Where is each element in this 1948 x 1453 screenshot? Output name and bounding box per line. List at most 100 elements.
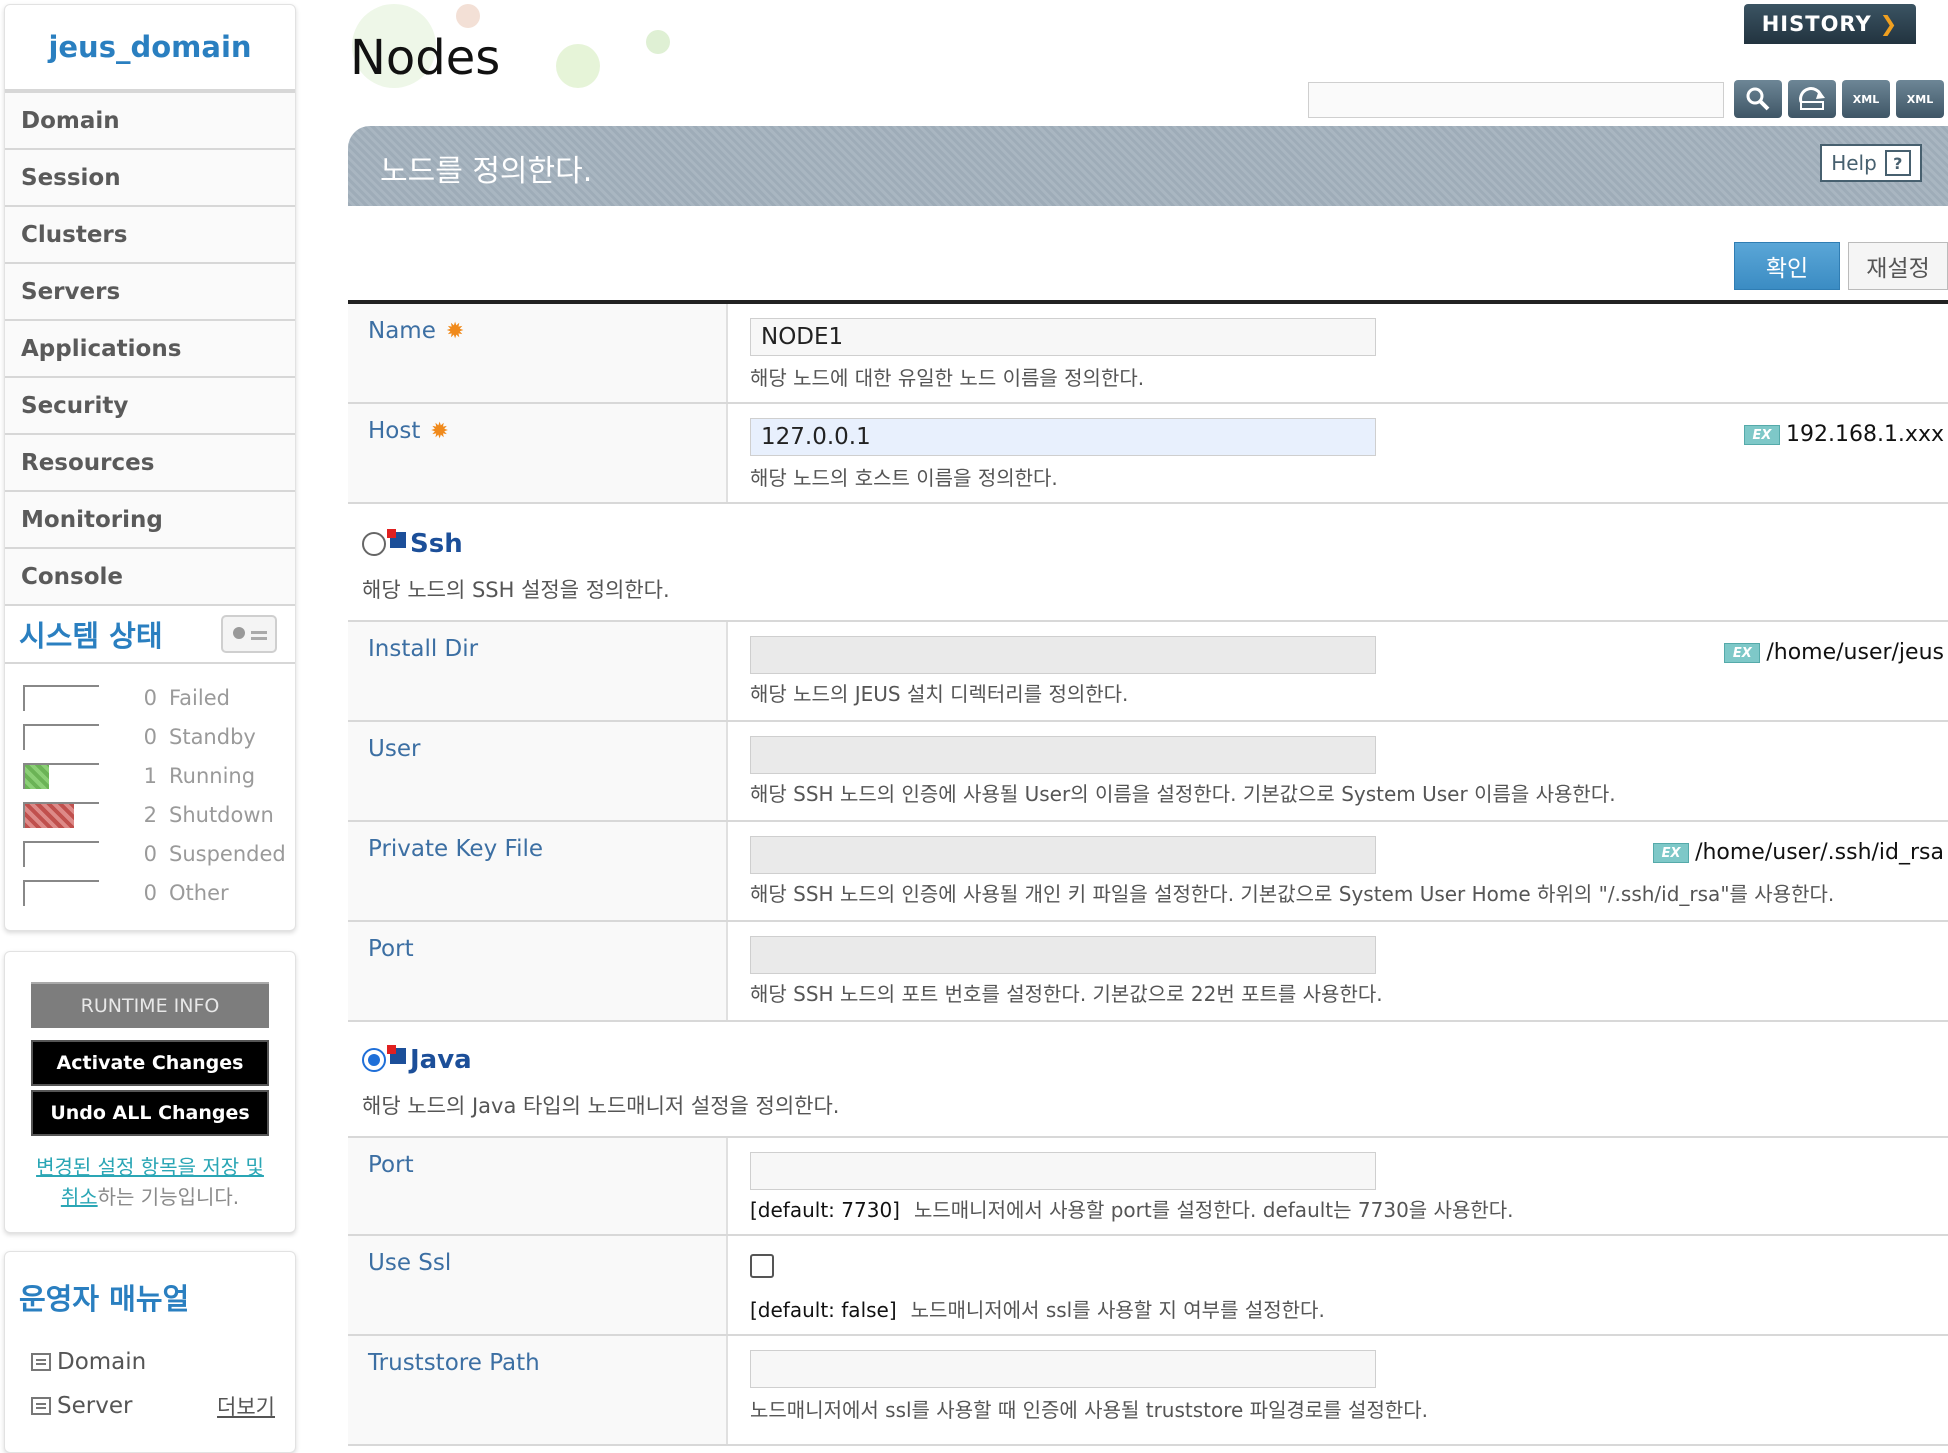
chevron-down-icon: ❯ (1879, 12, 1899, 36)
sidebar-item-domain[interactable]: Domain (5, 93, 295, 150)
install-dir-input[interactable] (750, 636, 1376, 674)
required-icon: ✹ (445, 319, 465, 344)
sidebar-item-clusters[interactable]: Clusters (5, 207, 295, 264)
history-button[interactable]: HISTORY ❯ (1744, 4, 1916, 44)
status-shutdown: 2 Shutdown (23, 795, 295, 834)
system-status-title: 시스템 상태 (19, 619, 163, 653)
search-icon[interactable] (1734, 80, 1782, 118)
status-bar (23, 840, 99, 867)
private-key-input[interactable] (750, 836, 1376, 874)
label-host: Host ✹ (348, 404, 728, 502)
refresh-icon[interactable] (1788, 80, 1836, 118)
xml-export-icon[interactable]: XML (1842, 80, 1890, 118)
ssh-section: Ssh 해당 노드의 SSH 설정을 정의한다. (348, 524, 1948, 620)
ssh-desc: 해당 노드의 SSH 설정을 정의한다. (362, 578, 670, 602)
sidebar-item-servers[interactable]: Servers (5, 264, 295, 321)
host-example: EX 192.168.1.xxx (1743, 422, 1944, 447)
label-user: User (348, 722, 728, 820)
status-running: 1 Running (23, 756, 295, 795)
system-status-header: 시스템 상태 (5, 606, 295, 664)
row-host: Host✹ 해당 노드의 호스트 이름을 정의한다. EX192.168.1.x… (348, 404, 1948, 504)
ssh-title: Ssh (410, 529, 463, 559)
java-desc: 해당 노드의 Java 타입의 노드매니저 설정을 정의한다. (362, 1094, 840, 1118)
label-use-ssl: Use Ssl (348, 1236, 728, 1334)
required-icon: ✹ (430, 419, 449, 444)
name-input[interactable] (750, 318, 1376, 356)
xml-import-icon[interactable]: XML (1896, 80, 1944, 118)
question-icon: ? (1884, 150, 1911, 176)
sidebar-item-monitoring[interactable]: Monitoring (5, 492, 295, 549)
java-radio[interactable] (362, 1048, 386, 1072)
row-user: User 해당 SSH 노드의 인증에 사용될 User의 이름을 설정한다. … (348, 722, 1948, 822)
status-failed: 0 Failed (23, 678, 295, 717)
user-desc: 해당 SSH 노드의 인증에 사용될 User의 이름을 설정한다. 기본값으로… (750, 782, 1616, 806)
row-install-dir: Install Dir 해당 노드의 JEUS 설치 디렉터리를 정의한다. E… (348, 620, 1948, 722)
runtime-box: RUNTIME INFO Activate Changes Undo ALL C… (4, 951, 296, 1233)
more-link[interactable]: 더보기 (217, 1391, 275, 1421)
label-install-dir: Install Dir (348, 622, 728, 720)
truststore-input[interactable] (750, 1350, 1376, 1388)
manual-title: 운영자 매뉴얼 (19, 1282, 190, 1316)
runtime-note: 변경된 설정 항목을 저장 및 취소하는 기능입니다. (36, 1155, 264, 1209)
nav-box: jeus_domain Domain Session Clusters Serv… (4, 4, 296, 931)
status-bar (23, 723, 99, 750)
private-key-example: EX/home/user/.ssh/id_rsa (1653, 840, 1944, 865)
reset-button[interactable]: 재설정 (1848, 242, 1948, 290)
sidebar-item-session[interactable]: Session (5, 150, 295, 207)
ex-badge-icon: EX (1743, 424, 1780, 445)
sidebar-item-resources[interactable]: Resources (5, 435, 295, 492)
java-title: Java (410, 1045, 472, 1075)
decor-bubble (456, 4, 480, 28)
section-icon (387, 529, 406, 548)
manual-box: 운영자 매뉴얼 Domain Server 더보기 (4, 1251, 296, 1453)
sidebar-item-console[interactable]: Console (5, 549, 295, 606)
label-name: Name ✹ (348, 304, 728, 402)
row-private-key: Private Key File 해당 SSH 노드의 인증에 사용될 개인 키… (348, 822, 1948, 922)
label-private-key: Private Key File (348, 822, 728, 920)
java-port-desc: [default: 7730] 노드매니저에서 사용할 port를 설정한다. d… (750, 1198, 1514, 1222)
help-button[interactable]: Help? (1820, 144, 1922, 182)
row-name: Name✹ 해당 노드에 대한 유일한 노드 이름을 정의한다. (348, 304, 1948, 404)
host-input[interactable] (750, 418, 1376, 456)
sidebar-item-security[interactable]: Security (5, 378, 295, 435)
sidebar-item-applications[interactable]: Applications (5, 321, 295, 378)
row-use-ssl: Use Ssl [default: false] 노드매니저에서 ssl를 사용할… (348, 1236, 1948, 1336)
truststore-desc: 노드매니저에서 ssl를 사용할 때 인증에 사용될 truststore 파일… (750, 1398, 1429, 1422)
description-banner: 노드를 정의한다. Help? (348, 126, 1948, 206)
status-toggle-icon[interactable] (221, 615, 277, 653)
use-ssl-desc: [default: false] 노드매니저에서 ssl를 사용할 지 여부를 설… (750, 1298, 1325, 1322)
install-dir-desc: 해당 노드의 JEUS 설치 디렉터리를 정의한다. (750, 682, 1129, 706)
domain-title[interactable]: jeus_domain (5, 5, 295, 93)
row-truststore: Truststore Path 노드매니저에서 ssl를 사용할 때 인증에 사… (348, 1336, 1948, 1446)
manual-item-domain[interactable]: Domain (19, 1340, 275, 1384)
status-other: 0 Other (23, 873, 295, 912)
confirm-button[interactable]: 확인 (1734, 242, 1840, 290)
status-bar (23, 762, 99, 789)
ssh-radio[interactable] (362, 532, 386, 556)
search-input[interactable] (1308, 82, 1724, 118)
activate-changes-button[interactable]: Activate Changes (31, 1040, 269, 1086)
label-java-port: Port (348, 1138, 728, 1234)
page-title: Nodes (350, 30, 501, 86)
decor-bubble (556, 44, 600, 88)
runtime-info-button[interactable]: RUNTIME INFO (31, 982, 269, 1028)
host-desc: 해당 노드의 호스트 이름을 정의한다. (750, 466, 1058, 490)
private-key-desc: 해당 SSH 노드의 인증에 사용될 개인 키 파일을 설정한다. 기본값으로 … (750, 882, 1835, 906)
row-ssh-port: Port 해당 SSH 노드의 포트 번호를 설정한다. 기본값으로 22번 포… (348, 922, 1948, 1022)
section-icon (387, 1045, 406, 1064)
java-port-input[interactable] (750, 1152, 1376, 1190)
ssh-port-desc: 해당 SSH 노드의 포트 번호를 설정한다. 기본값으로 22번 포트를 사용… (750, 982, 1383, 1006)
ex-badge-icon: EX (1724, 642, 1761, 663)
install-dir-example: EX/home/user/jeus (1724, 640, 1944, 665)
use-ssl-checkbox[interactable] (750, 1254, 774, 1278)
undo-all-changes-button[interactable]: Undo ALL Changes (31, 1090, 269, 1136)
document-icon (31, 1397, 51, 1415)
label-truststore: Truststore Path (348, 1336, 728, 1444)
status-list: 0 Failed 0 Standby 1 Running 2 Shutdown … (5, 664, 295, 930)
java-section: Java 해당 노드의 Java 타입의 노드매니저 설정을 정의한다. (348, 1040, 1948, 1138)
label-ssh-port: Port (348, 922, 728, 1020)
user-input[interactable] (750, 736, 1376, 774)
java-section-head: Java (348, 1040, 1948, 1080)
ssh-port-input[interactable] (750, 936, 1376, 974)
manual-item-server[interactable]: Server 더보기 (19, 1384, 275, 1428)
